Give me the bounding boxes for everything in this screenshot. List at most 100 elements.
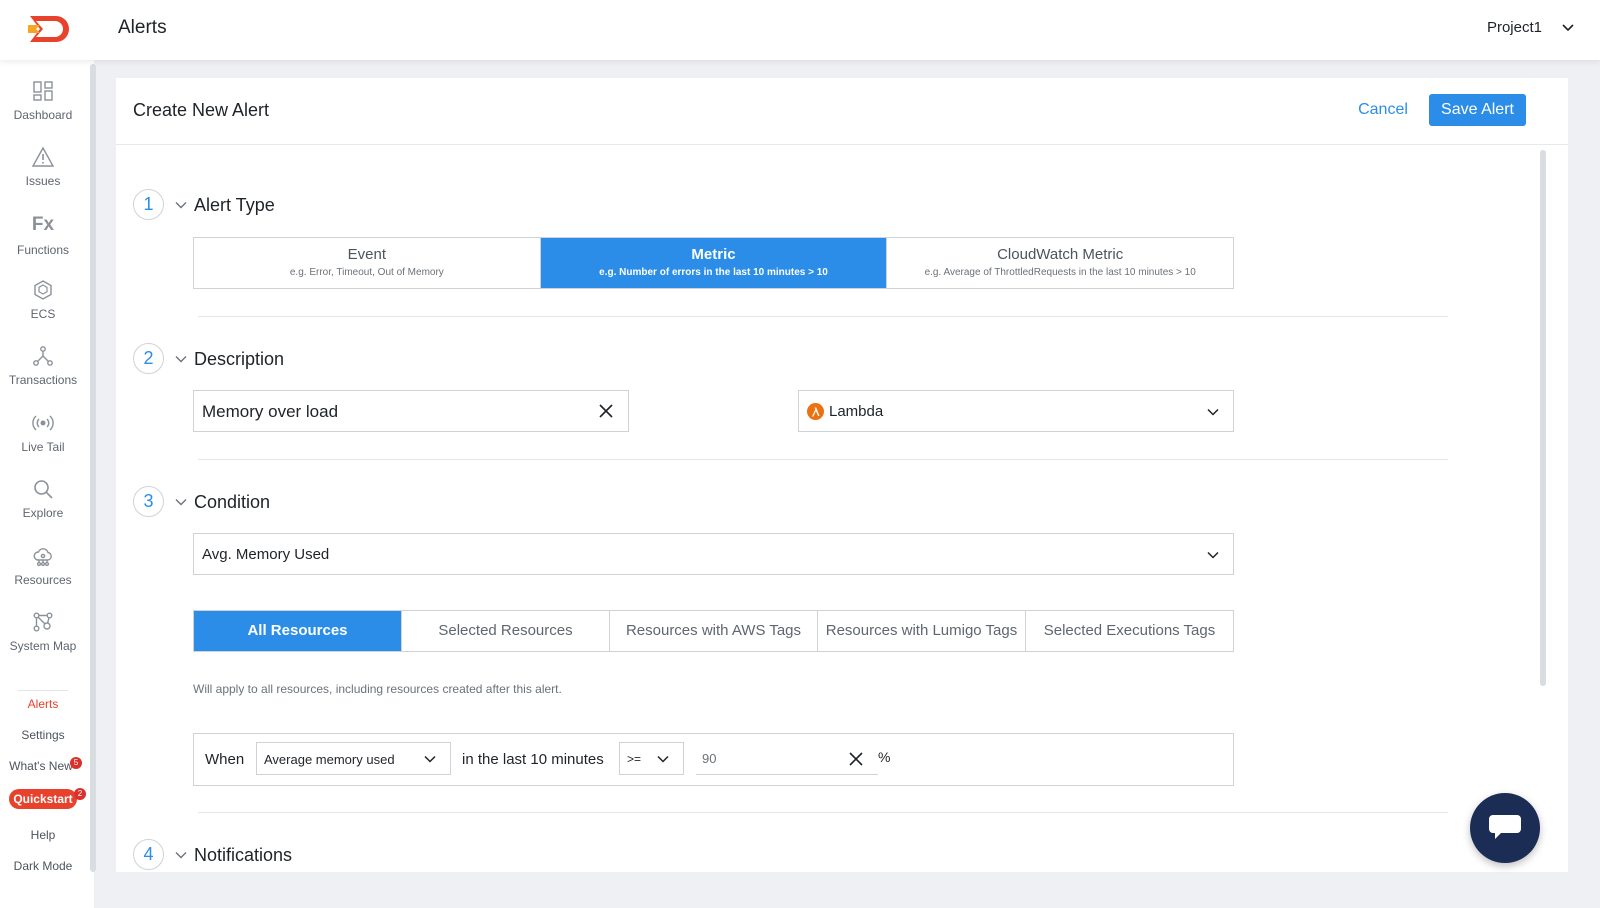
- select-value: Average memory used: [264, 752, 395, 767]
- step-number: 3: [133, 486, 164, 517]
- alert-type-event[interactable]: Event e.g. Error, Timeout, Out of Memory: [194, 238, 541, 288]
- input-value: 90: [702, 751, 717, 766]
- operator-select[interactable]: >=: [619, 742, 684, 775]
- panel-header: Create New Alert Cancel Save Alert: [116, 78, 1568, 145]
- chevron-down-icon[interactable]: [174, 198, 188, 212]
- quickstart-button[interactable]: Quickstart: [9, 789, 77, 809]
- threshold-input[interactable]: 90: [696, 742, 878, 775]
- sidebar-item-label: Functions: [16, 243, 70, 257]
- sidebar-item-label: Dashboard: [13, 108, 73, 122]
- input-value: Memory over load: [202, 402, 339, 421]
- close-icon[interactable]: [598, 403, 614, 419]
- chevron-down-icon[interactable]: [1560, 20, 1576, 36]
- chat-button[interactable]: [1470, 793, 1540, 863]
- notification-badge: 2: [74, 788, 86, 800]
- sidebar-item-label: Resources: [14, 573, 72, 587]
- close-icon[interactable]: [848, 751, 864, 767]
- section-title-condition: Condition: [194, 492, 271, 512]
- unit-label: %: [878, 749, 891, 765]
- tab-execution-tags[interactable]: Selected Executions Tags: [1026, 611, 1233, 651]
- fx-icon: Fx: [31, 214, 55, 235]
- transactions-icon: [33, 346, 53, 366]
- select-value: Lambda: [829, 403, 884, 420]
- chevron-down-icon: [657, 755, 669, 763]
- resources-icon: [33, 548, 52, 567]
- ecs-icon: [34, 280, 52, 300]
- metric-select[interactable]: Avg. Memory Used: [193, 533, 1234, 575]
- sidebar-scrollbar[interactable]: [90, 64, 96, 872]
- runtime-select[interactable]: Lambda: [798, 390, 1234, 432]
- chevron-down-icon: [1207, 551, 1219, 559]
- tab-lumigo-tags[interactable]: Resources with Lumigo Tags: [818, 611, 1026, 651]
- sidebar-item-dark-mode[interactable]: Dark Mode: [0, 859, 86, 873]
- condition-rule: When Average memory used in the last 10 …: [193, 733, 1234, 786]
- notification-badge: 5: [70, 757, 82, 769]
- alert-type-cloudwatch-metric[interactable]: CloudWatch Metric e.g. Average of Thrott…: [887, 238, 1233, 288]
- sidebar-item-functions[interactable]: Fx Functions: [0, 213, 86, 257]
- tab-selected-resources[interactable]: Selected Resources: [402, 611, 610, 651]
- sidebar-item-label: Explore: [22, 506, 64, 520]
- tab-aws-tags[interactable]: Resources with AWS Tags: [610, 611, 818, 651]
- section-title-description: Description: [194, 349, 285, 369]
- option-example: e.g. Error, Timeout, Out of Memory: [289, 267, 444, 278]
- alert-type-selector: Event e.g. Error, Timeout, Out of Memory…: [193, 237, 1234, 289]
- lumigo-logo[interactable]: [26, 12, 72, 46]
- sidebar-item-alerts[interactable]: Alerts: [0, 697, 86, 711]
- sidebar-item-issues[interactable]: Issues: [0, 146, 86, 188]
- top-bar: Alerts Project1: [0, 0, 1600, 60]
- sidebar-divider: [18, 690, 68, 691]
- step-number: 1: [133, 189, 164, 220]
- sidebar: Dashboard Issues Fx Functions ECS Transa…: [0, 60, 94, 908]
- section-title-alert-type: Alert Type: [194, 195, 275, 215]
- time-window-text: in the last 10 minutes: [462, 751, 604, 768]
- sidebar-item-explore[interactable]: Explore: [0, 478, 86, 520]
- option-title: Metric: [691, 246, 736, 263]
- sidebar-item-label: ECS: [30, 307, 56, 321]
- sidebar-item-help[interactable]: Help: [0, 828, 86, 842]
- option-title: CloudWatch Metric: [997, 246, 1124, 263]
- project-selector[interactable]: Project1: [1487, 19, 1542, 36]
- sidebar-item-transactions[interactable]: Transactions: [0, 345, 86, 387]
- live-tail-icon: [32, 415, 54, 431]
- sidebar-item-ecs[interactable]: ECS: [0, 279, 86, 321]
- sidebar-item-label: System Map: [9, 639, 77, 653]
- sidebar-item-resources[interactable]: Resources: [0, 545, 86, 587]
- chat-icon: [1489, 815, 1521, 839]
- search-icon: [34, 480, 53, 499]
- sidebar-item-live-tail[interactable]: Live Tail: [0, 412, 86, 454]
- dashboard-icon: [33, 81, 53, 101]
- select-value: Avg. Memory Used: [202, 546, 330, 563]
- step-number: 2: [133, 343, 164, 374]
- sidebar-item-label: Issues: [25, 174, 61, 188]
- option-title: Event: [347, 246, 387, 263]
- select-value: >=: [627, 752, 642, 766]
- create-alert-panel: Create New Alert Cancel Save Alert 1 Ale…: [116, 78, 1568, 872]
- when-label: When: [205, 751, 245, 768]
- chevron-down-icon[interactable]: [174, 352, 188, 366]
- chevron-down-icon: [1207, 408, 1219, 416]
- save-alert-button[interactable]: Save Alert: [1429, 94, 1526, 126]
- option-example: e.g. Average of ThrottledRequests in the…: [924, 267, 1196, 278]
- sidebar-item-settings[interactable]: Settings: [0, 728, 86, 742]
- lambda-icon: [807, 403, 824, 420]
- section-divider: [198, 316, 1448, 317]
- sidebar-item-dashboard[interactable]: Dashboard: [0, 80, 86, 122]
- scope-helper-text: Will apply to all resources, including r…: [193, 682, 562, 696]
- panel-title: Create New Alert: [133, 100, 270, 120]
- chevron-down-icon[interactable]: [174, 495, 188, 509]
- panel-scrollbar[interactable]: [1540, 150, 1546, 686]
- step-number: 4: [133, 839, 164, 870]
- chevron-down-icon[interactable]: [174, 848, 188, 862]
- tab-all-resources[interactable]: All Resources: [194, 611, 402, 651]
- section-divider: [198, 812, 1448, 813]
- chevron-down-icon: [424, 755, 436, 763]
- sidebar-item-label: Live Tail: [21, 440, 65, 454]
- section-title-notifications: Notifications: [194, 845, 293, 865]
- cancel-button[interactable]: Cancel: [1348, 94, 1418, 126]
- sidebar-item-system-map[interactable]: System Map: [0, 611, 86, 653]
- alert-name-input[interactable]: Memory over load: [193, 390, 629, 432]
- alert-type-metric[interactable]: Metric e.g. Number of errors in the last…: [540, 238, 888, 288]
- aggregation-select[interactable]: Average memory used: [256, 742, 451, 775]
- sidebar-item-label: Transactions: [8, 373, 78, 387]
- option-example: e.g. Number of errors in the last 10 min…: [599, 267, 828, 278]
